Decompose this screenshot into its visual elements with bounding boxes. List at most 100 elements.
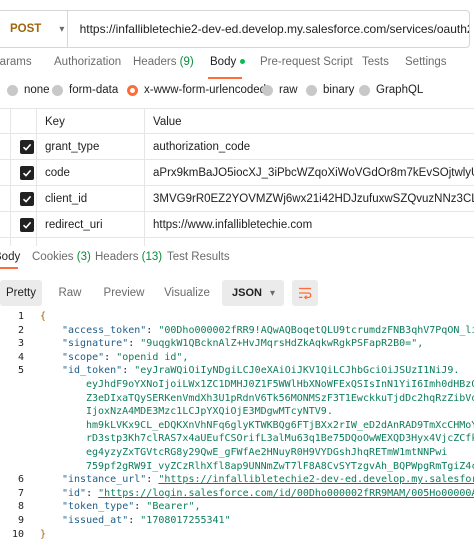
radio-x-www-form-urlencoded[interactable]: x-www-form-urlencoded [127,84,266,96]
url-input[interactable]: https://infallibletechie2-dev-ed.develop… [68,22,469,36]
tab-settings[interactable]: Settings [405,56,447,68]
code-line: eyJhdF9oYXNoIjoiLWx1ZC1DMHJ0Z1F5WWlHbXNo… [86,379,474,390]
code-line: "signature": "9uqgkW1QBcknAlZ+HvJMqrsHdZ… [62,338,423,349]
json-key: "instance_url" [62,474,147,486]
json-value-continuation: hm9kLVKx9CL_eDQKXnVhNFq6glyKTWKBQg6FTjBX… [86,419,474,431]
json-value-continuation: Z3eDIxaTQySERKenVmdXh3U1pRdnV6Tk56MONMSz… [86,392,474,404]
code-line: "scope": "openid id", [62,352,188,363]
body-type-options: none form-data x-www-form-urlencoded raw… [0,84,474,102]
tab-label: Test Results [167,251,230,263]
row-key[interactable]: redirect_uri [45,212,103,238]
radio-selected-icon [127,84,138,96]
json-value: "9uqgkW1QBcknAlZ+HvJMqrsHdZkAqkwRgkPSFap… [140,338,424,350]
tab-label: Settings [405,56,447,68]
json-value: "https://login.salesforce.com/id/00Dho00… [98,487,474,499]
radio-binary[interactable]: binary [306,84,354,96]
row-checkbox[interactable] [20,166,34,180]
chevron-down-icon: ▾ [269,287,275,299]
code-line: IjoxNzA4MDE3Mzc1LCJpYXQiOjE3MDgwMTcyNTV9… [86,406,333,417]
response-tab-body[interactable]: Body [0,251,20,263]
row-value[interactable]: authorization_code [153,134,474,160]
radio-label: GraphQL [376,84,424,96]
table-header-row: Key Value [0,108,474,134]
json-key: "token_type" [62,501,135,513]
tab-count: (13) [141,251,163,263]
row-value[interactable]: aPrx9kmBaJO5iocXJ_3iPbcWZqoXiWoVGdOr8m7k… [153,160,474,186]
radio-label: none [24,84,50,96]
format-raw-button[interactable]: Raw [50,280,90,306]
row-key[interactable]: client_id [45,186,87,212]
active-tab-indicator [208,77,242,79]
code-line: eg4yzyZxTGVtcRG8y29QwE_gFWfAe2HNuyR0H9VY… [86,447,447,458]
tab-body[interactable]: Body [210,56,246,68]
response-tab-cookies[interactable]: Cookies (3) [32,251,91,263]
tab-count: (3) [76,251,91,263]
row-value[interactable]: 3MVG9rR0EZ2YOVMZWj6wx21i42HDJzufuxwSZQvu… [153,186,474,212]
format-language-label: JSON [232,287,262,299]
radio-raw[interactable]: raw [262,84,298,96]
format-preview-button[interactable]: Preview [96,280,152,306]
json-key: "issued_at" [62,515,129,526]
request-tabs: Params Authorization Headers (9) Body Pr… [0,56,474,78]
line-number: 4 [17,351,24,363]
tab-authorization[interactable]: Authorization [54,56,121,68]
response-tab-test-results[interactable]: Test Results [167,251,230,263]
method-select[interactable]: POST ▾ [0,11,68,47]
tab-params[interactable]: Params [0,56,32,68]
radio-none[interactable]: none [7,84,50,96]
response-body-viewer[interactable]: 1 {2 "access_token": "00Dho000002fRR9!AQwA… [0,311,474,554]
wrap-lines-button[interactable] [292,280,318,306]
tab-label: Params [0,56,32,68]
json-value: "openid id", [116,351,189,363]
radio-label: form-data [69,84,119,96]
format-toolbar: Pretty Raw Preview Visualize JSON ▾ [0,280,474,306]
row-key[interactable]: grant_type [45,134,99,160]
tab-label: Tests [362,56,389,68]
row-value[interactable]: https://www.infallibletechie.com [153,212,474,238]
format-language-select[interactable]: JSON ▾ [222,280,284,306]
row-checkbox[interactable] [20,192,34,206]
tab-tests[interactable]: Tests [362,56,389,68]
active-tab-indicator [0,267,18,269]
check-icon [22,143,32,151]
json-value: "00Dho000002fRR9!AQwAQBoqetQLU9tcrumdzFN… [158,324,474,336]
json-value: "1708017255341" [140,515,231,526]
json-colon: : [86,487,99,499]
tab-pre-request-script[interactable]: Pre-request Script [260,56,353,68]
column-header-key: Key [45,116,65,128]
json-colon: : [146,474,159,486]
format-pretty-button[interactable]: Pretty [0,280,42,306]
format-visualize-button[interactable]: Visualize [158,280,216,306]
radio-graphql[interactable]: GraphQL [359,84,423,96]
json-value: "Bearer", [146,501,201,513]
code-line: hm9kLVKx9CL_eDQKXnVhNFq6glyKTWKBQg6FTjBX… [86,420,474,431]
radio-form-data[interactable]: form-data [52,84,118,96]
json-colon: : [134,501,147,513]
json-key: "id" [62,487,87,499]
line-number: 9 [17,515,24,526]
json-value: "eyJraWQiOiIyNDgiLCJ0eXAiOiJKV1QiLCJhbGc… [134,365,460,377]
tab-label: Body [0,251,21,263]
tab-headers[interactable]: Headers (9) [133,56,194,68]
line-number: 7 [17,487,24,499]
json-value: "https://infallibletechie2-dev-ed.develo… [158,474,474,486]
response-tab-headers[interactable]: Headers (13) [95,251,162,263]
line-number: 8 [17,501,24,513]
tab-label: Cookies [32,251,74,263]
json-value-continuation: rD3stp3Kh7clRAS7x4aUEufCSOrifL3alMu63q1B… [86,433,474,445]
code-line: 759pf2gRW9I_vyZCzRlhXfl8ap9UNNmZwT7lF8A8… [86,461,474,472]
code-line: "id": "https://login.salesforce.com/id/0… [62,488,474,499]
code-line: rD3stp3Kh7clRAS7x4aUEufCSOrifL3alMu63q1B… [86,433,474,444]
code-line: { [40,311,46,322]
line-number: 5 [17,365,24,377]
json-colon: : [128,338,141,350]
row-checkbox[interactable] [20,140,34,154]
row-checkbox[interactable] [20,218,34,232]
row-key[interactable]: code [45,160,70,186]
tab-label: Authorization [54,56,122,68]
table-row: code aPrx9kmBaJO5iocXJ_3iPbcWZqoXiWoVGdO… [0,160,474,186]
table-row: client_id 3MVG9rR0EZ2YOVMZWj6wx21i42HDJz… [0,186,474,212]
code-line: Z3eDIxaTQySERKenVmdXh3U1pRdnV6Tk56MONMSz… [86,393,474,404]
line-number: 10 [11,528,24,540]
code-line: "instance_url": "https://infallibletechi… [62,474,474,485]
